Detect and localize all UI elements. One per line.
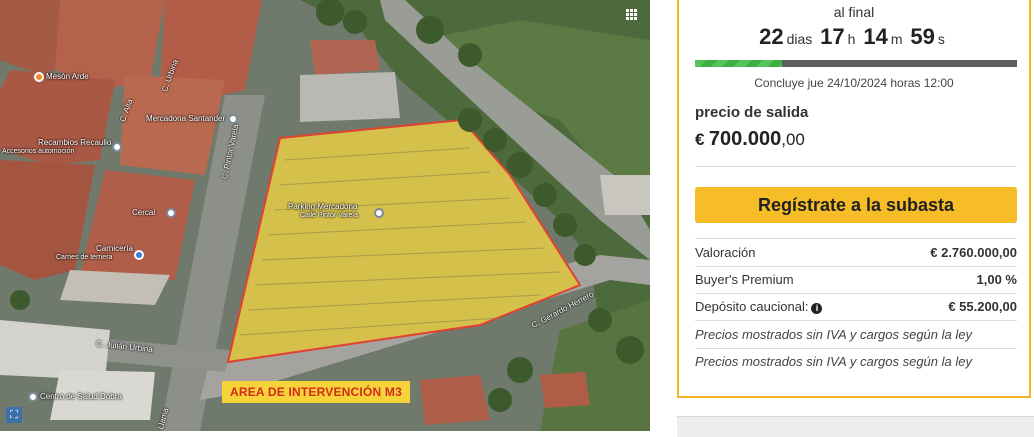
countdown-seconds: 59	[910, 24, 935, 49]
auction-panel: al final 22 dias 17 h 14 m 59 s Concluye jue…	[677, 0, 1031, 398]
deposit-row: Depósito caucional: i € 55.200,00	[695, 293, 1017, 320]
starting-price-label: precio de salida	[695, 104, 809, 121]
health-center-label[interactable]: Centro de Salud Dobra	[40, 392, 122, 401]
countdown-timer: 22 dias 17 h 14 m 59 s	[679, 24, 1029, 50]
tax-note: Precios mostrados sin IVA y cargos según…	[695, 354, 972, 369]
deposit-label-wrap: Depósito caucional: i	[695, 293, 823, 320]
cecal-pin-icon[interactable]	[166, 208, 176, 218]
countdown-minutes: 14	[863, 24, 888, 49]
buyers-premium-row: Buyer's Premium 1,00 %	[695, 266, 1017, 293]
health-center-pin-icon[interactable]	[28, 392, 38, 402]
carniceria-label[interactable]: Carnicería	[96, 244, 133, 253]
deposit-label: Depósito caucional:	[695, 299, 809, 314]
time-progress-fill	[695, 60, 782, 67]
divider	[695, 166, 1017, 167]
countdown-days-unit: dias	[786, 31, 813, 47]
valuation-row: Valoración € 2.760.000,00	[695, 239, 1017, 266]
tax-note-row: Precios mostrados sin IVA y cargos según…	[695, 321, 1017, 348]
mercadona-label[interactable]: Mercadona Santander	[146, 114, 225, 123]
recambios-label[interactable]: Recambios Recaulio	[38, 138, 111, 147]
buyers-premium-value: 1,00 %	[976, 272, 1017, 287]
time-progress-bar	[695, 60, 1017, 67]
parking-sub-label: Calle Pintor Varela	[300, 212, 358, 219]
tax-note: Precios mostrados sin IVA y cargos según…	[695, 327, 972, 342]
next-section-box	[677, 416, 1034, 437]
buyers-premium-label: Buyer's Premium	[695, 272, 794, 287]
recambios-sub-label: Accesorios automoción	[2, 148, 75, 155]
countdown-minutes-unit: m	[890, 31, 903, 47]
starting-price-value: € 700.000,00	[695, 128, 805, 151]
cecal-label[interactable]: Cercal	[132, 208, 155, 217]
price-integer: 700.000	[708, 128, 782, 150]
countdown-caption: al final	[833, 4, 875, 20]
streetview-icon[interactable]: ⛶	[6, 407, 22, 423]
carniceria-sub-label: Carnes de ternera	[56, 254, 113, 261]
end-date-text: Concluye jue 24/10/2024 horas 12:00	[754, 76, 954, 90]
info-icon[interactable]: i	[811, 303, 823, 314]
restaurant-pin-icon[interactable]	[34, 72, 44, 82]
deposit-value: € 55.200,00	[948, 299, 1017, 314]
countdown-days: 22	[759, 24, 784, 49]
countdown-hours: 17	[820, 24, 845, 49]
parking-label[interactable]: Parking Mercadona	[288, 202, 357, 211]
butcher-pin-icon[interactable]	[134, 250, 144, 260]
shop-pin-icon[interactable]	[112, 142, 122, 152]
parking-pin-icon[interactable]	[374, 208, 384, 218]
aerial-map[interactable]: Mesón Arde Mercadona Santander Recambios…	[0, 0, 650, 431]
price-currency: €	[695, 130, 705, 149]
countdown-hours-unit: h	[847, 31, 856, 47]
register-auction-button[interactable]: Regístrate a la subasta	[695, 187, 1017, 223]
grid-icon[interactable]	[626, 9, 637, 20]
intervention-area-label: AREA DE INTERVENCIÓN M3	[222, 381, 410, 403]
tax-note-row: Precios mostrados sin IVA y cargos según…	[695, 348, 1017, 375]
price-decimals: ,00	[781, 130, 805, 149]
countdown-seconds-unit: s	[937, 31, 945, 47]
valuation-value: € 2.760.000,00	[930, 245, 1017, 260]
valuation-label: Valoración	[695, 245, 756, 260]
meson-label[interactable]: Mesón Arde	[46, 72, 89, 81]
store-pin-icon[interactable]	[228, 114, 238, 124]
